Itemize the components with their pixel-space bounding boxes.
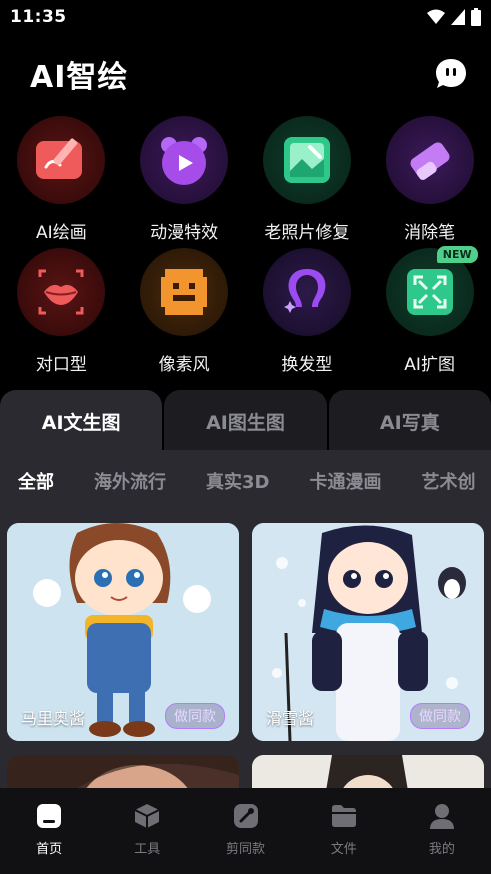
category-all[interactable]: 全部 (18, 468, 54, 528)
content-panel: 全部 海外流行 真实3D 卡通漫画 艺术创 马里奥酱 做同款 滑雪酱 做同款 (0, 450, 491, 790)
card-title: 马里奥酱 (21, 709, 86, 728)
template-card[interactable]: 滑雪酱 做同款 (252, 523, 484, 741)
eraser-icon (410, 142, 450, 180)
folder-icon (331, 805, 356, 827)
make-same-button[interactable]: 做同款 (410, 703, 470, 729)
hair-icon (283, 269, 326, 313)
tool-label: 换发型 (281, 355, 333, 375)
tab-portrait[interactable]: AI写真 (328, 390, 491, 452)
tab-text-to-image[interactable]: AI文生图 (0, 390, 163, 452)
bottom-nav: 首页 工具 剪同款 文件 我的 (0, 788, 491, 874)
tool-label: AI扩图 (404, 355, 455, 375)
make-same-button[interactable]: 做同款 (165, 703, 225, 729)
tool-label: AI绘画 (36, 223, 87, 243)
nav-tools[interactable]: 工具 (98, 788, 196, 874)
tool-label: 像素风 (158, 355, 210, 375)
app-header: AI智绘 (0, 50, 491, 98)
profile-icon (429, 804, 454, 829)
tool-label: 老照片修复 (264, 223, 350, 243)
tool-eraser[interactable]: 消除笔 (368, 116, 491, 248)
nav-label: 文件 (330, 842, 357, 857)
app-title: AI智绘 (30, 60, 129, 95)
photo-repair-icon (283, 137, 330, 183)
card-image-portrait (7, 755, 239, 790)
card-image-portrait (252, 755, 484, 790)
template-card[interactable]: 马里奥酱 做同款 (7, 523, 239, 741)
wifi-icon (427, 9, 445, 24)
tool-label: 动漫特效 (150, 223, 219, 243)
clip-icon (233, 804, 258, 828)
category-real-3d[interactable]: 真实3D (206, 468, 269, 504)
status-icons (427, 8, 481, 26)
new-badge: NEW (436, 246, 478, 263)
nav-clip[interactable]: 剪同款 (196, 788, 294, 874)
category-overseas[interactable]: 海外流行 (94, 468, 166, 504)
category-cartoon[interactable]: 卡通漫画 (309, 468, 381, 504)
nav-files[interactable]: 文件 (295, 788, 393, 874)
tool-label: 对口型 (35, 355, 87, 375)
nav-home[interactable]: 首页 (0, 788, 98, 874)
anime-bear-icon (161, 137, 208, 185)
tool-pixel-style[interactable]: 像素风 (123, 248, 246, 380)
tool-ai-paint[interactable]: AI绘画 (0, 116, 123, 248)
category-art[interactable]: 艺术创 (421, 468, 475, 504)
tools-cube-icon (134, 804, 160, 828)
tab-image-to-image[interactable]: AI图生图 (164, 390, 327, 452)
paint-board-icon (36, 138, 83, 179)
card-title: 滑雪酱 (266, 709, 315, 728)
tool-label: 消除笔 (404, 223, 456, 243)
battery-icon (471, 8, 481, 26)
signal-icon (451, 9, 465, 25)
nav-label: 我的 (428, 842, 455, 857)
tool-hairstyle[interactable]: 换发型 (246, 248, 369, 380)
tool-anime-effect[interactable]: 动漫特效 (123, 116, 246, 248)
nav-label: 剪同款 (226, 842, 266, 857)
lips-icon (38, 269, 84, 315)
tool-ai-expand[interactable]: NEW AI扩图 (368, 246, 491, 380)
nav-label: 工具 (134, 842, 161, 857)
nav-profile[interactable]: 我的 (393, 788, 491, 874)
template-card[interactable] (252, 755, 484, 790)
status-bar: 11:35 (0, 0, 491, 34)
status-time: 11:35 (10, 7, 67, 27)
tool-grid: AI绘画 动漫特效 老照片修复 消除笔 对口型 像素风 换发型 NEW AI扩图 (0, 116, 491, 380)
expand-icon (406, 269, 453, 315)
nav-label: 首页 (36, 842, 63, 857)
pixel-face-icon (161, 269, 208, 315)
tool-lip-sync[interactable]: 对口型 (0, 248, 123, 380)
template-card[interactable] (7, 755, 239, 790)
chat-bubble-icon[interactable] (433, 56, 469, 92)
category-row: 全部 海外流行 真实3D 卡通漫画 艺术创 (0, 468, 491, 528)
home-icon (37, 804, 62, 828)
main-tabs: AI文生图 AI图生图 AI写真 (0, 390, 491, 452)
tool-photo-repair[interactable]: 老照片修复 (246, 116, 369, 248)
